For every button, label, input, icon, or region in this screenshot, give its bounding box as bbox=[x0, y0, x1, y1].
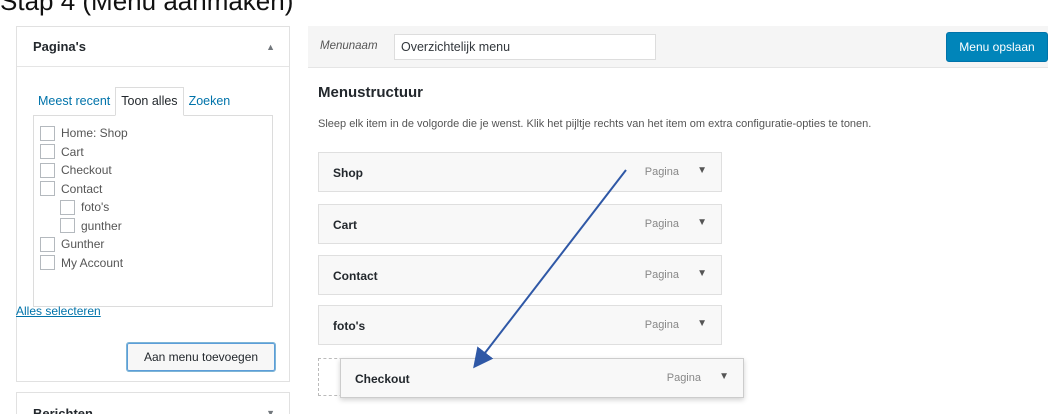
triangle-down-icon[interactable]: ▼ bbox=[697, 165, 707, 176]
menu-item-type: Pagina bbox=[666, 372, 701, 384]
menu-structure-description: Sleep elk item in de volgorde die je wen… bbox=[318, 118, 872, 130]
triangle-down-icon[interactable]: ▼ bbox=[719, 371, 729, 382]
tab-search[interactable]: Zoeken bbox=[184, 88, 236, 115]
menu-name-label: Menunaam bbox=[320, 40, 378, 52]
checkbox[interactable] bbox=[40, 162, 55, 178]
menu-item[interactable]: Cart Pagina ▼ bbox=[318, 204, 722, 244]
select-all-link[interactable]: Alles selecteren bbox=[16, 304, 101, 318]
pages-panel: Pagina's ▲ Meest recent Toon alles Zoeke… bbox=[16, 26, 290, 382]
list-item[interactable]: Contact bbox=[40, 180, 272, 199]
list-item[interactable]: Checkout bbox=[40, 161, 272, 180]
posts-panel: Berichten ▼ bbox=[16, 392, 290, 414]
tab-show-all[interactable]: Toon alles bbox=[115, 87, 184, 116]
list-item[interactable]: foto's bbox=[40, 198, 272, 217]
menu-item-type: Pagina bbox=[644, 218, 679, 230]
checkbox[interactable] bbox=[40, 181, 55, 197]
menu-item-title: Cart bbox=[333, 218, 358, 232]
tab-most-recent[interactable]: Meest recent bbox=[33, 88, 115, 115]
triangle-down-icon[interactable]: ▼ bbox=[697, 268, 707, 279]
list-item[interactable]: gunther bbox=[40, 217, 272, 236]
pages-panel-title: Pagina's bbox=[33, 39, 86, 54]
page-heading: Stap 4 (Menu aanmaken) bbox=[0, 0, 294, 16]
menu-header: Menunaam Overzichtelijk menu Menu opslaa… bbox=[308, 26, 1048, 68]
dragging-menu-item[interactable]: Checkout Pagina ▼ bbox=[340, 358, 744, 398]
triangle-down-icon[interactable]: ▼ bbox=[697, 217, 707, 228]
menu-item-type: Pagina bbox=[644, 166, 679, 178]
checkbox[interactable] bbox=[60, 218, 75, 234]
checkbox[interactable] bbox=[40, 255, 55, 271]
menu-item-type: Pagina bbox=[644, 319, 679, 331]
pages-list: Home: Shop Cart Checkout Contact foto's … bbox=[33, 115, 273, 307]
menu-item[interactable]: Shop Pagina ▼ bbox=[318, 152, 722, 192]
posts-panel-header[interactable]: Berichten ▼ bbox=[17, 393, 289, 414]
checkbox[interactable] bbox=[60, 199, 75, 215]
menu-item-type: Pagina bbox=[644, 269, 679, 281]
list-item[interactable]: Gunther bbox=[40, 235, 272, 254]
menu-item-title: Shop bbox=[333, 166, 363, 180]
add-to-menu-button[interactable]: Aan menu toevoegen bbox=[126, 342, 276, 372]
save-menu-button[interactable]: Menu opslaan bbox=[946, 32, 1048, 62]
caret-down-icon[interactable]: ▼ bbox=[266, 408, 275, 414]
triangle-down-icon[interactable]: ▼ bbox=[697, 318, 707, 329]
list-item[interactable]: My Account bbox=[40, 254, 272, 273]
list-item[interactable]: Cart bbox=[40, 143, 272, 162]
checkbox[interactable] bbox=[40, 144, 55, 160]
posts-panel-title: Berichten bbox=[33, 405, 93, 414]
menu-structure-title: Menustructuur bbox=[318, 84, 423, 101]
checkbox[interactable] bbox=[40, 125, 55, 141]
menu-item[interactable]: foto's Pagina ▼ bbox=[318, 305, 722, 345]
menu-item-title: Contact bbox=[333, 269, 378, 283]
list-item[interactable]: Home: Shop bbox=[40, 124, 272, 143]
menu-item-title: foto's bbox=[333, 319, 366, 333]
menu-item[interactable]: Contact Pagina ▼ bbox=[318, 255, 722, 295]
caret-up-icon[interactable]: ▲ bbox=[266, 42, 275, 52]
menu-item-title: Checkout bbox=[355, 372, 410, 386]
pages-tabs: Meest recent Toon alles Zoeken bbox=[33, 85, 273, 116]
menu-name-input[interactable]: Overzichtelijk menu bbox=[394, 34, 656, 60]
pages-panel-header[interactable]: Pagina's ▲ bbox=[17, 27, 289, 67]
checkbox[interactable] bbox=[40, 236, 55, 252]
